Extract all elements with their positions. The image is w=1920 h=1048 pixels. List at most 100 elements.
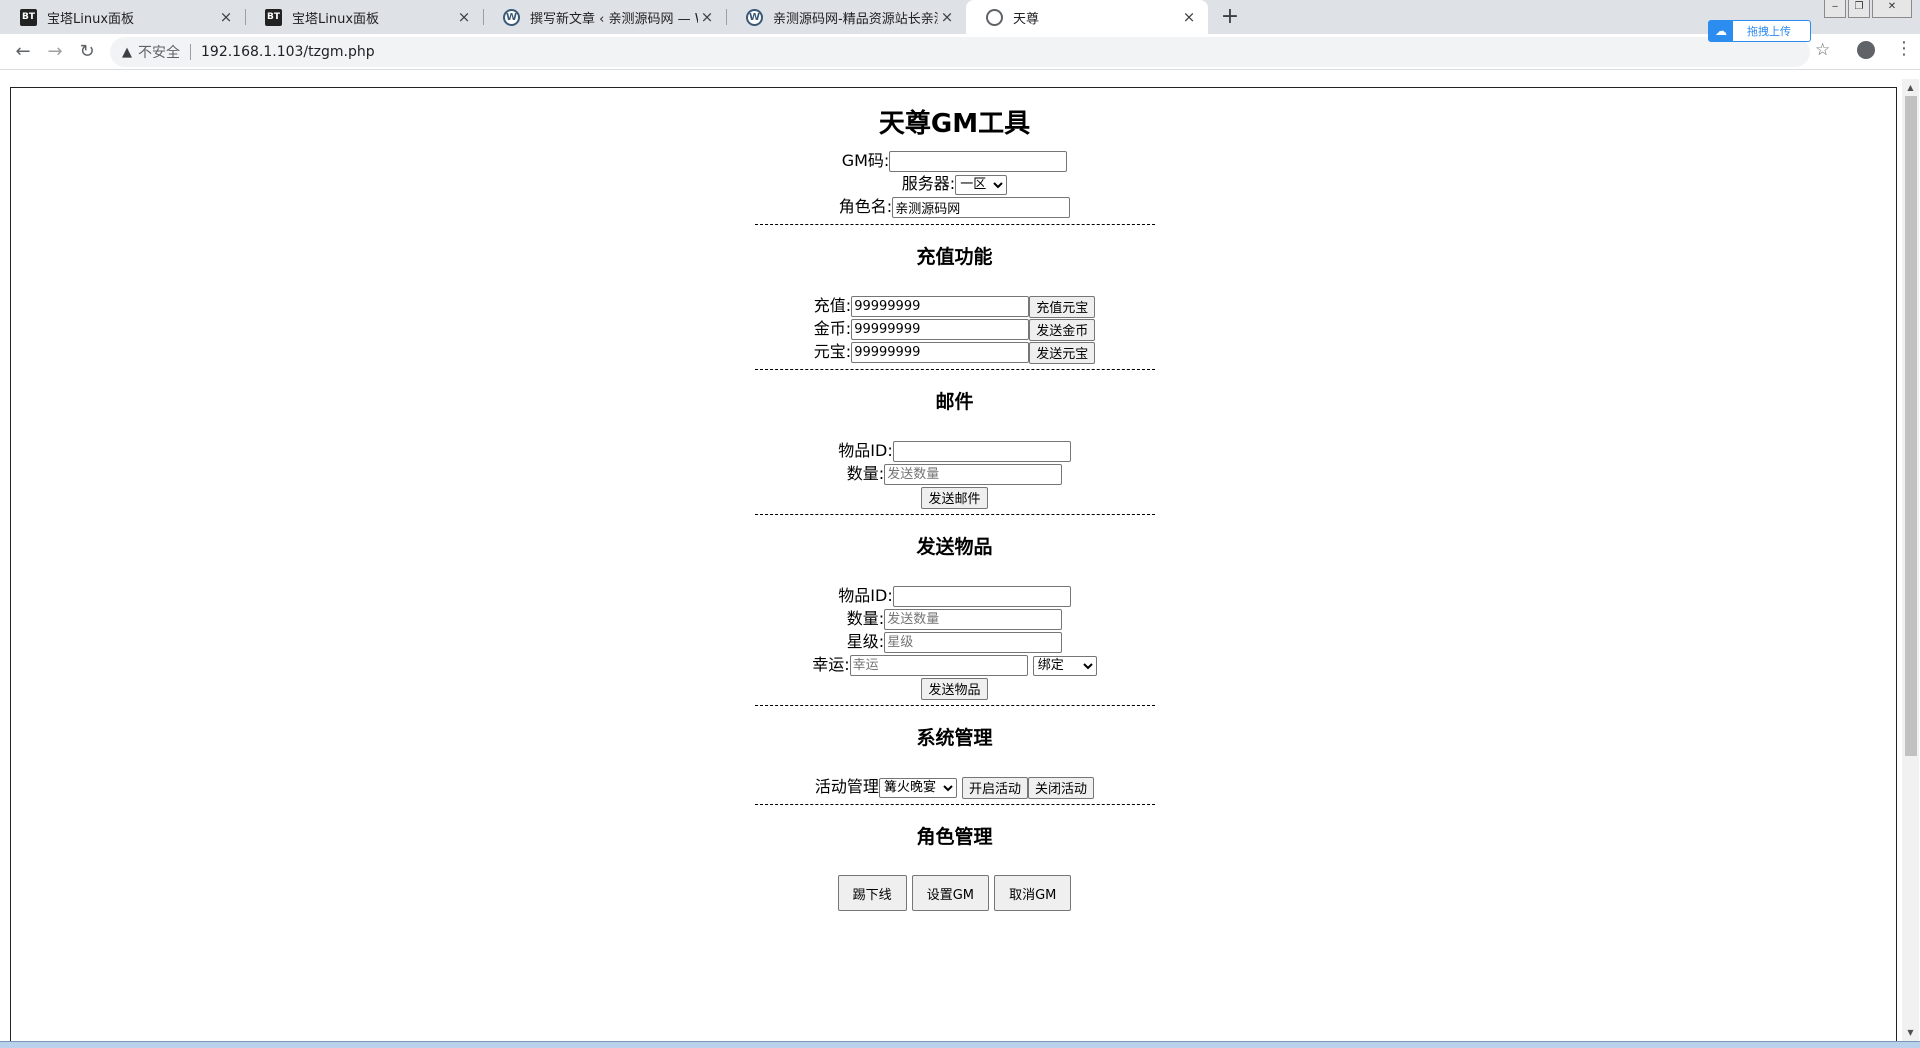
tab-title: 亲测源码网-精品资源站长亲测 <box>773 11 938 27</box>
tab-tianzun[interactable]: 天尊 × <box>966 0 1208 34</box>
kick-offline-button[interactable]: 踢下线 <box>837 875 907 911</box>
star-icon[interactable]: ☆ <box>1815 40 1830 60</box>
yuanbao-row: 元宝: 发送元宝 <box>11 340 1896 364</box>
wordpress-favicon-icon: W <box>503 8 520 26</box>
recharge-yuanbao-button[interactable]: 充值元宝 <box>1029 295 1096 318</box>
item-id-input[interactable] <box>892 586 1071 607</box>
item-luck-label: 幸运: <box>812 655 850 674</box>
mail-heading: 邮件 <box>935 391 974 413</box>
send-gold-button[interactable]: 发送金币 <box>1029 318 1096 341</box>
recharge-row: 充值: 充值元宝 <box>11 294 1896 318</box>
tab-title: 撰写新文章 ‹ 亲测源码网 — Wo <box>530 11 698 27</box>
send-mail-button[interactable]: 发送邮件 <box>921 486 988 509</box>
window-close-icon[interactable]: ✕ <box>1872 0 1912 18</box>
scroll-up-icon[interactable]: ▲ <box>1902 79 1919 96</box>
role-admin-buttons: 踢下线 设置GM 取消GM <box>11 875 1896 911</box>
upload-label: 拖拽上传 <box>1747 25 1791 38</box>
mail-qty-row: 数量: <box>11 462 1896 485</box>
item-star-label: 星级: <box>846 632 885 651</box>
mail-qty-input[interactable] <box>884 464 1063 485</box>
activity-row: 活动管理 篝火晚宴 开启活动 关闭活动 <box>11 775 1896 799</box>
set-gm-button[interactable]: 设置GM <box>911 875 989 911</box>
item-luck-row: 幸运: 绑定 <box>11 653 1896 676</box>
back-arrow-icon[interactable]: ← <box>10 40 36 66</box>
address-divider <box>190 44 191 60</box>
section-divider <box>754 705 1155 706</box>
tab-qince-site[interactable]: W 亲测源码网-精品资源站长亲测 × <box>726 0 966 34</box>
bt-favicon-icon: BT <box>20 8 37 26</box>
os-taskbar <box>0 1041 1920 1048</box>
item-star-input[interactable] <box>884 632 1063 653</box>
security-label[interactable]: 不安全 <box>138 42 180 62</box>
vertical-scrollbar[interactable]: ▲ ▼ <box>1902 79 1919 1041</box>
minimize-icon[interactable]: ‒ <box>1824 0 1846 18</box>
page-frame: 天尊GM工具 GM码: 服务器:一区 角色名: 充值功能 充值: 充值元宝 金币:… <box>10 87 1897 1047</box>
send-yuanbao-button[interactable]: 发送元宝 <box>1029 341 1096 364</box>
role-name-input[interactable] <box>892 197 1071 218</box>
send-item-button[interactable]: 发送物品 <box>921 677 988 700</box>
wordpress-favicon-icon: W <box>746 8 763 26</box>
scrollbar-thumb[interactable] <box>1905 96 1917 756</box>
new-tab-button[interactable]: + <box>1216 3 1244 31</box>
address-bar[interactable]: ▲ 不安全 192.168.1.103/tzgm.php <box>110 37 1810 67</box>
section-divider <box>754 224 1155 225</box>
item-qty-row: 数量: <box>11 607 1896 630</box>
gold-row: 金币: 发送金币 <box>11 317 1896 341</box>
tab-title: 宝塔Linux面板 <box>47 11 135 27</box>
browser-toolbar: ← → ↻ ▲ 不安全 192.168.1.103/tzgm.php <box>0 34 1920 70</box>
tab-wordpress-new-post[interactable]: W 撰写新文章 ‹ 亲测源码网 — Wo × <box>483 0 727 34</box>
item-id-label: 物品ID: <box>838 586 893 605</box>
bind-select[interactable]: 绑定 <box>1032 655 1097 676</box>
recharge-label: 充值: <box>813 296 852 315</box>
item-qty-input[interactable] <box>884 609 1063 630</box>
tab-bt-panel-2[interactable]: BT 宝塔Linux面板 × <box>245 0 484 34</box>
forward-arrow-icon[interactable]: → <box>42 40 68 66</box>
kebab-menu-icon[interactable]: ⋮ <box>1895 38 1913 59</box>
item-star-row: 星级: <box>11 630 1896 653</box>
mail-qty-label: 数量: <box>846 464 885 483</box>
recharge-input[interactable] <box>851 296 1030 317</box>
gold-label: 金币: <box>813 319 852 338</box>
tab-title: 天尊 <box>1013 11 1040 27</box>
yuanbao-label: 元宝: <box>813 342 852 361</box>
tab-title: 宝塔Linux面板 <box>292 11 380 27</box>
account-icon[interactable] <box>1857 41 1875 59</box>
mail-item-id-input[interactable] <box>892 441 1071 462</box>
close-icon[interactable]: × <box>455 8 473 26</box>
close-icon[interactable]: × <box>938 8 956 26</box>
tab-strip: BT 宝塔Linux面板 × BT 宝塔Linux面板 × W 撰写新文章 ‹ … <box>0 0 1920 34</box>
mail-send-row: 发送邮件 <box>11 485 1896 509</box>
gm-code-label: GM码: <box>841 151 890 170</box>
close-icon[interactable]: × <box>698 8 716 26</box>
server-select[interactable]: 一区 <box>955 174 1008 195</box>
section-divider <box>754 804 1155 805</box>
tab-bt-panel-1[interactable]: BT 宝塔Linux面板 × <box>0 0 246 34</box>
item-id-row: 物品ID: <box>11 584 1896 607</box>
restore-icon[interactable]: ❐ <box>1848 0 1870 18</box>
cloud-icon: ☁ <box>1709 21 1733 41</box>
item-luck-input[interactable] <box>849 655 1028 676</box>
close-icon[interactable]: × <box>217 8 235 26</box>
gm-code-row: GM码: <box>11 149 1896 172</box>
warning-icon[interactable]: ▲ <box>122 45 132 60</box>
role-name-row: 角色名: <box>11 195 1896 218</box>
mail-item-id-row: 物品ID: <box>11 439 1896 462</box>
cancel-gm-button[interactable]: 取消GM <box>994 875 1072 911</box>
scroll-down-icon[interactable]: ▼ <box>1902 1024 1919 1041</box>
yuanbao-input[interactable] <box>851 342 1030 363</box>
url-text[interactable]: 192.168.1.103/tzgm.php <box>201 44 375 60</box>
gold-input[interactable] <box>851 319 1030 340</box>
close-activity-button[interactable]: 关闭活动 <box>1028 776 1095 799</box>
gm-code-input[interactable] <box>889 151 1068 172</box>
mail-item-id-label: 物品ID: <box>838 441 893 460</box>
activity-select[interactable]: 篝火晚宴 <box>878 777 957 798</box>
reload-icon[interactable]: ↻ <box>74 40 100 66</box>
item-qty-label: 数量: <box>846 609 885 628</box>
close-icon[interactable]: × <box>1180 8 1198 26</box>
open-activity-button[interactable]: 开启活动 <box>962 776 1029 799</box>
system-heading: 系统管理 <box>916 727 993 749</box>
drag-upload-button[interactable]: ☁ 拖拽上传 <box>1708 20 1811 42</box>
gm-tool-content: 天尊GM工具 GM码: 服务器:一区 角色名: 充值功能 充值: 充值元宝 金币:… <box>11 88 1896 911</box>
page-title: 天尊GM工具 <box>878 109 1031 139</box>
section-divider <box>754 514 1155 515</box>
